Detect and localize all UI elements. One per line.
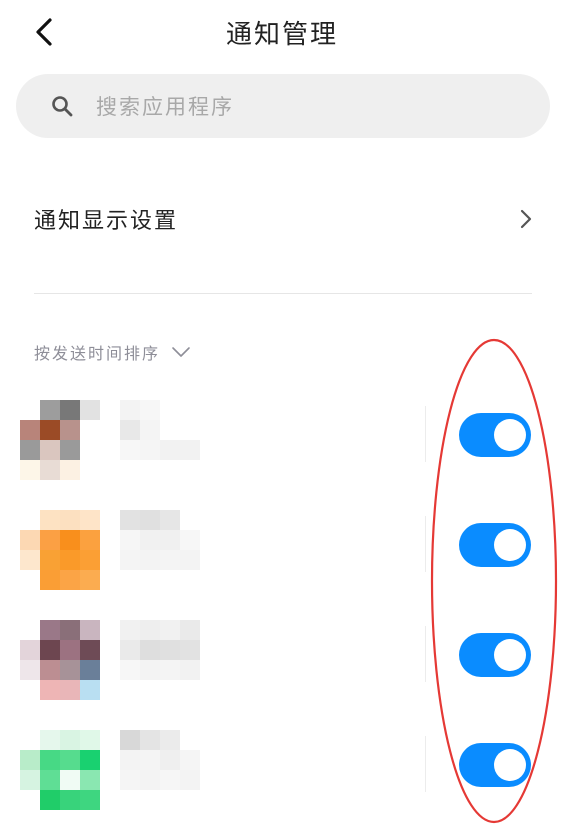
chevron-down-icon [172, 347, 190, 357]
header: 通知管理 [0, 0, 564, 64]
app-name-pixelated [120, 400, 200, 460]
notification-display-settings-row[interactable]: 通知显示设置 [0, 185, 564, 255]
notification-toggle[interactable] [459, 413, 531, 457]
vertical-separator [425, 406, 426, 462]
app-icon [20, 730, 100, 810]
toggle-knob [494, 419, 526, 451]
app-icon [20, 510, 100, 590]
app-icon [20, 620, 100, 700]
search-bar[interactable] [16, 74, 550, 138]
app-row[interactable] [0, 620, 564, 720]
vertical-separator [425, 626, 426, 682]
notification-toggle[interactable] [459, 743, 531, 787]
toggle-knob [494, 639, 526, 671]
page-title: 通知管理 [225, 20, 338, 50]
search-input[interactable] [94, 88, 518, 126]
vertical-separator [425, 736, 426, 792]
app-name-pixelated [120, 730, 200, 790]
vertical-separator [425, 516, 426, 572]
sort-dropdown[interactable]: 按发送时间排序 [34, 340, 191, 368]
app-row[interactable] [0, 510, 564, 610]
chevron-right-icon [520, 209, 532, 229]
notification-toggle[interactable] [459, 633, 531, 677]
divider [34, 293, 532, 294]
toggle-knob [494, 529, 526, 561]
search-icon [52, 96, 73, 117]
notification-toggle[interactable] [459, 523, 531, 567]
app-name-pixelated [120, 510, 200, 570]
settings-row-label: 通知显示设置 [34, 209, 179, 234]
app-name-pixelated [120, 620, 200, 680]
app-row[interactable] [0, 730, 564, 830]
sort-label: 按发送时间排序 [34, 344, 161, 363]
toggle-knob [494, 749, 526, 781]
app-row[interactable] [0, 400, 564, 500]
app-icon [20, 400, 100, 480]
